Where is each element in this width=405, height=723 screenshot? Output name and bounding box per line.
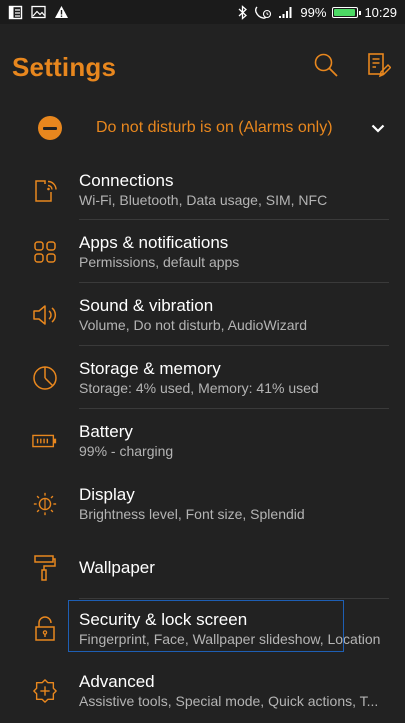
clock: 10:29	[364, 4, 397, 20]
settings-item-label: Security & lock screen	[79, 610, 248, 629]
advanced-icon	[32, 678, 58, 704]
settings-item-label: Display	[79, 485, 135, 504]
chevron-down-icon[interactable]	[369, 119, 387, 137]
phone-wifi-icon	[32, 177, 58, 203]
settings-item-text: Wallpaper	[79, 558, 391, 578]
settings-item-apps-notifications[interactable]: Apps & notifications Permissions, defaul…	[0, 220, 405, 283]
settings-item-text: Security & lock screen Fingerprint, Face…	[79, 610, 391, 648]
settings-item-subtitle: Fingerprint, Face, Wallpaper slideshow, …	[79, 631, 381, 647]
settings-item-subtitle: Permissions, default apps	[79, 253, 240, 270]
page-title: Settings	[12, 51, 117, 82]
battery-percent: 99%	[300, 4, 327, 20]
battery-fill	[334, 8, 356, 16]
search-icon[interactable]	[313, 52, 339, 83]
settings-item-label: Sound & vibration	[79, 295, 214, 315]
settings-item-advanced[interactable]: Advanced Assistive tools, Special mode, …	[0, 659, 405, 723]
settings-item-text: Display Brightness level, Font size, Spl…	[79, 485, 391, 523]
lock-icon	[32, 616, 58, 642]
settings-item-text: Apps & notifications Permissions, defaul…	[79, 233, 391, 271]
settings-item-subtitle: 99% - charging	[79, 442, 174, 459]
dnd-banner-text: Do not disturb is on (Alarms only)	[96, 119, 333, 136]
settings-item-storage-memory[interactable]: Storage & memory Storage: 4% used, Memor…	[0, 346, 405, 409]
settings-item-subtitle: Wi-Fi, Bluetooth, Data usage, SIM, NFC	[79, 192, 328, 208]
status-bar-left	[8, 5, 69, 20]
apps-grid-icon	[32, 239, 58, 265]
settings-item-subtitle: Assistive tools, Special mode, Quick act…	[79, 693, 379, 709]
settings-item-subtitle: Brightness level, Font size, Splendid	[79, 506, 305, 522]
settings-item-security-lock-screen[interactable]: Security & lock screen Fingerprint, Face…	[0, 599, 405, 659]
battery-icon	[332, 6, 362, 18]
signal-icon	[278, 6, 294, 19]
app-bar-actions	[313, 52, 392, 83]
settings-item-text: Storage & memory Storage: 4% used, Memor…	[79, 359, 391, 397]
status-bar-right: 99% 10:29	[238, 5, 397, 20]
paint-roller-icon	[32, 554, 58, 581]
call-icon	[254, 5, 272, 20]
app-bar: Settings	[0, 24, 405, 110]
pie-chart-icon	[32, 365, 58, 391]
settings-item-label: Apps & notifications	[79, 232, 229, 252]
settings-item-wallpaper[interactable]: Wallpaper	[0, 536, 405, 599]
settings-item-subtitle: Storage: 4% used, Memory: 41% used	[79, 379, 319, 396]
settings-item-text: Advanced Assistive tools, Special mode, …	[79, 672, 391, 710]
speaker-icon	[32, 302, 58, 328]
settings-item-label: Advanced	[79, 672, 155, 691]
settings-item-label: Storage & memory	[79, 358, 221, 378]
settings-item-connections[interactable]: Connections Wi-Fi, Bluetooth, Data usage…	[0, 160, 405, 220]
settings-list: Connections Wi-Fi, Bluetooth, Data usage…	[0, 160, 405, 723]
brightness-icon	[32, 491, 58, 517]
settings-item-label: Wallpaper	[79, 557, 155, 577]
edit-icon[interactable]	[367, 52, 392, 83]
image-icon	[31, 5, 46, 19]
dnd-banner[interactable]: Do not disturb is on (Alarms only)	[0, 110, 405, 146]
settings-item-label: Connections	[79, 171, 174, 190]
settings-item-text: Connections Wi-Fi, Bluetooth, Data usage…	[79, 171, 391, 209]
dnd-icon	[38, 116, 62, 140]
status-bar: 99% 10:29	[0, 0, 405, 24]
settings-item-text: Battery 99% - charging	[79, 422, 391, 460]
settings-item-subtitle: Volume, Do not disturb, AudioWizard	[79, 316, 308, 333]
settings-item-battery[interactable]: Battery 99% - charging	[0, 409, 405, 472]
battery-icon	[32, 428, 58, 454]
settings-item-display[interactable]: Display Brightness level, Font size, Spl…	[0, 472, 405, 536]
notes-icon	[8, 5, 23, 20]
settings-item-label: Battery	[79, 421, 133, 441]
settings-item-sound-vibration[interactable]: Sound & vibration Volume, Do not disturb…	[0, 283, 405, 346]
settings-item-text: Sound & vibration Volume, Do not disturb…	[79, 296, 391, 334]
bluetooth-icon	[238, 4, 248, 20]
warning-icon	[54, 5, 69, 19]
